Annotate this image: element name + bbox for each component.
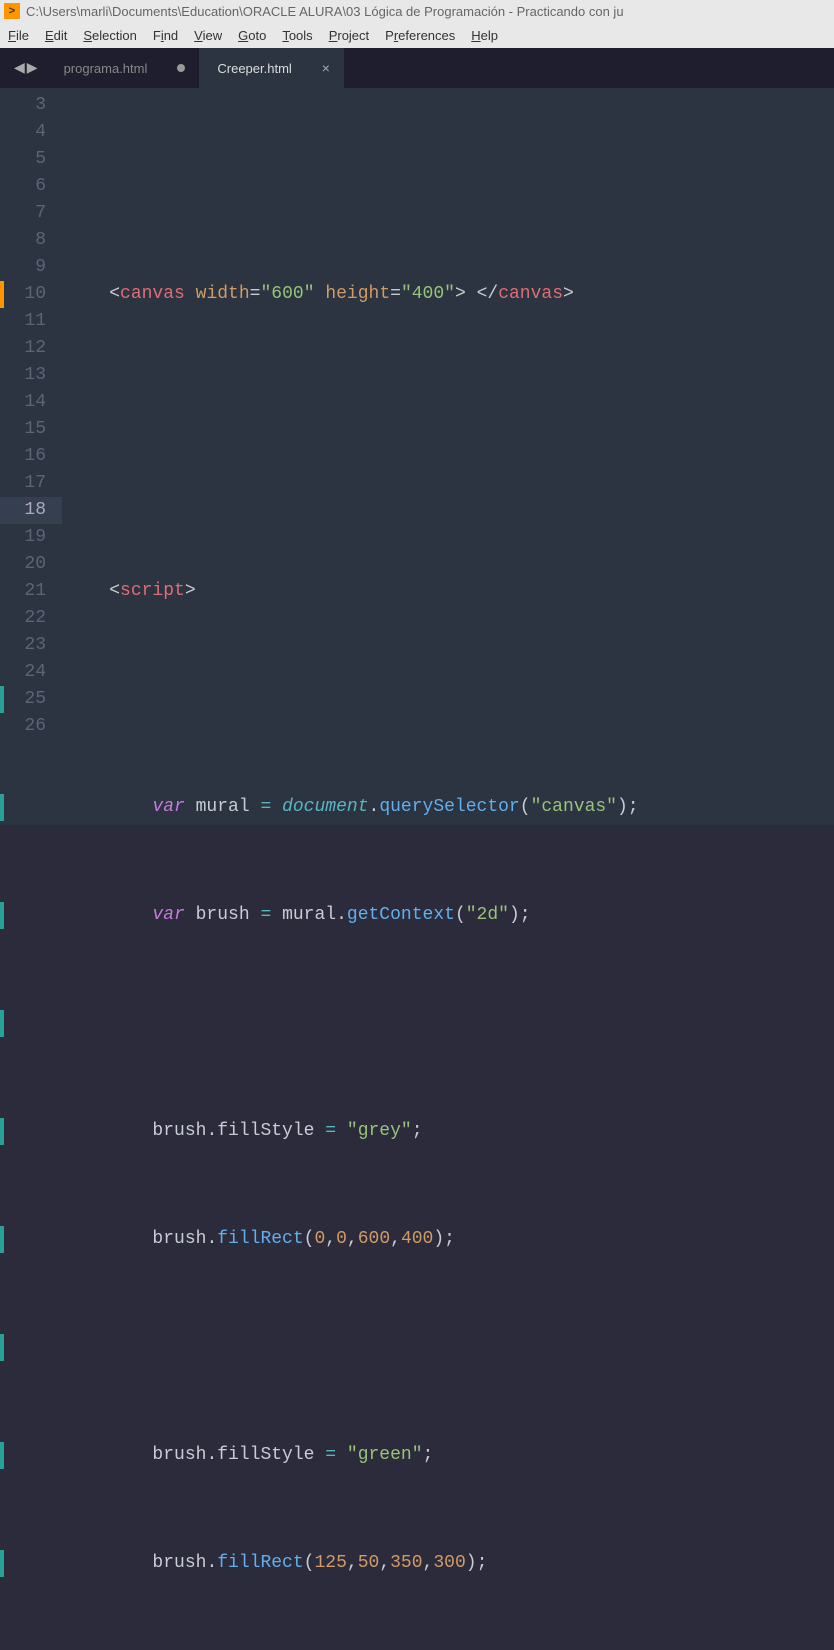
line-number: 25 <box>0 686 46 713</box>
line-number: 8 <box>0 227 46 254</box>
editor[interactable]: 3456789101112131415161718192021222324252… <box>0 88 834 825</box>
code-line[interactable]: brush.fillStyle = "green"; <box>62 1442 834 1469</box>
title-bar: > C:\Users\marli\Documents\Education\ORA… <box>0 0 834 22</box>
window-title: C:\Users\marli\Documents\Education\ORACL… <box>26 4 624 19</box>
code-line[interactable] <box>62 470 834 497</box>
tab-label: programa.html <box>64 61 148 76</box>
code-line[interactable] <box>62 173 834 200</box>
line-number: 15 <box>0 416 46 443</box>
tab-nav: ◀ ▶ <box>6 60 46 77</box>
tab-creeper[interactable]: Creeper.html × <box>199 48 344 88</box>
line-number: 12 <box>0 335 46 362</box>
line-number: 7 <box>0 200 46 227</box>
code-line[interactable] <box>62 1334 834 1361</box>
code-line[interactable]: brush.fillRect(0,0,600,400); <box>62 1226 834 1253</box>
tab-label: Creeper.html <box>217 61 291 76</box>
tab-bar: ◀ ▶ programa.html Creeper.html × <box>0 48 834 88</box>
code-line[interactable]: var mural = document.querySelector("canv… <box>62 794 834 821</box>
menu-tools[interactable]: Tools <box>282 28 312 43</box>
line-number: 20 <box>0 551 46 578</box>
line-number: 3 <box>0 92 46 119</box>
menu-file[interactable]: File <box>8 28 29 43</box>
line-number: 19 <box>0 524 46 551</box>
menu-selection[interactable]: Selection <box>83 28 136 43</box>
line-number: 14 <box>0 389 46 416</box>
close-icon[interactable]: × <box>322 60 330 76</box>
menu-project[interactable]: Project <box>329 28 369 43</box>
line-number: 16 <box>0 443 46 470</box>
code-line[interactable] <box>62 686 834 713</box>
line-number: 11 <box>0 308 46 335</box>
menu-goto[interactable]: Goto <box>238 28 266 43</box>
line-number: 17 <box>0 470 46 497</box>
menu-find[interactable]: Find <box>153 28 178 43</box>
line-number: 4 <box>0 119 46 146</box>
tab-prev-icon[interactable]: ◀ <box>14 60 25 77</box>
line-number: 5 <box>0 146 46 173</box>
menu-edit[interactable]: Edit <box>45 28 67 43</box>
line-number: 6 <box>0 173 46 200</box>
code-line[interactable] <box>62 389 834 416</box>
tab-programa[interactable]: programa.html <box>46 48 200 88</box>
line-number: 21 <box>0 578 46 605</box>
tab-next-icon[interactable]: ▶ <box>27 60 38 77</box>
line-number: 13 <box>0 362 46 389</box>
line-number: 10 <box>0 281 46 308</box>
code-line[interactable] <box>62 1010 834 1037</box>
code-area[interactable]: <canvas width="600" height="400"> </canv… <box>62 88 834 825</box>
code-line[interactable]: brush.fillStyle = "grey"; <box>62 1118 834 1145</box>
line-number: 18 <box>0 497 62 524</box>
dirty-indicator-icon <box>177 64 185 72</box>
app-icon: > <box>4 3 20 19</box>
menu-preferences[interactable]: Preferences <box>385 28 455 43</box>
gutter: 3456789101112131415161718192021222324252… <box>0 88 62 825</box>
menu-bar: File Edit Selection Find View Goto Tools… <box>0 22 834 48</box>
code-line[interactable]: <canvas width="600" height="400"> </canv… <box>62 281 834 308</box>
code-line[interactable]: brush.fillRect(125,50,350,300); <box>62 1550 834 1577</box>
line-number: 26 <box>0 713 46 740</box>
line-number: 23 <box>0 632 46 659</box>
code-line[interactable]: <script> <box>62 578 834 605</box>
code-line[interactable]: var brush = mural.getContext("2d"); <box>62 902 834 929</box>
menu-help[interactable]: Help <box>471 28 498 43</box>
line-number: 24 <box>0 659 46 686</box>
line-number: 22 <box>0 605 46 632</box>
menu-view[interactable]: View <box>194 28 222 43</box>
line-number: 9 <box>0 254 46 281</box>
